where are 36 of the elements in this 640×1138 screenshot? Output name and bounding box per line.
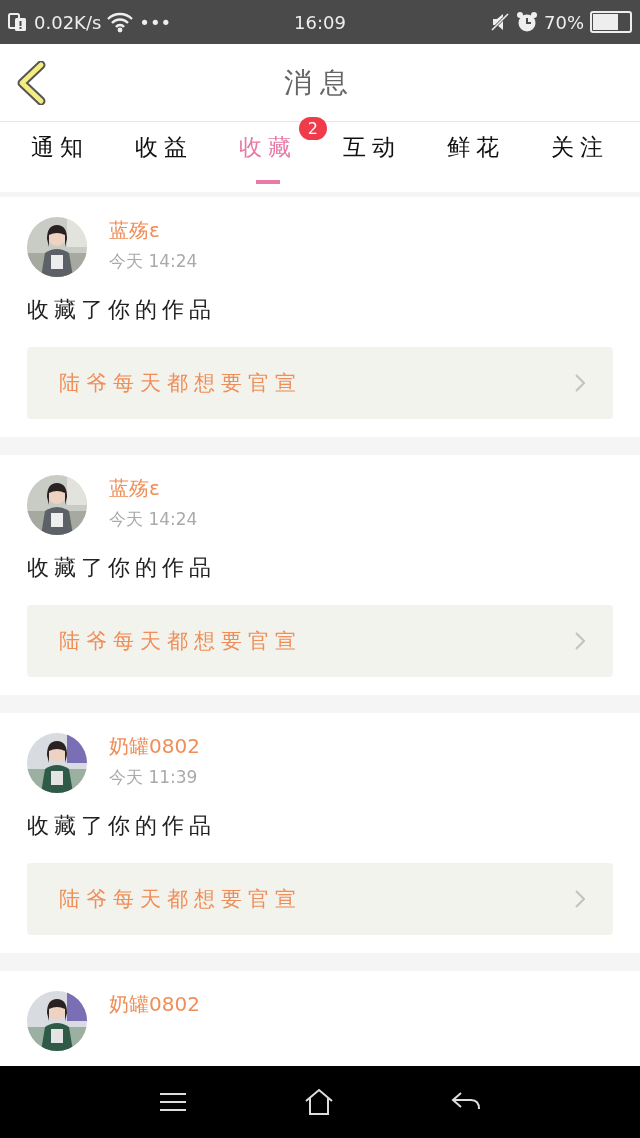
back-icon[interactable] [16, 61, 46, 105]
work-link[interactable]: 陆爷每天都想要官宣 [27, 347, 613, 419]
menu-icon[interactable] [158, 1092, 187, 1112]
chevron-icon [575, 374, 585, 392]
battery-icon [590, 11, 632, 33]
work-link[interactable]: 陆爷每天都想要官宣 [27, 863, 613, 935]
count-badge: 2 [298, 117, 327, 140]
timestamp: 今天 11:39 [109, 766, 199, 789]
tab[interactable]: 鲜花 [447, 122, 505, 184]
chevron-icon [575, 632, 585, 650]
network-speed: 0.02K/s [34, 11, 102, 33]
chevron-icon [575, 890, 585, 908]
battery-percent: 70% [544, 11, 584, 33]
user-name[interactable]: 奶罐0802 [109, 991, 200, 1018]
work-link[interactable]: 陆爷每天都想要官宣 [27, 605, 613, 677]
timestamp: 今天 14:24 [109, 508, 198, 531]
user-name[interactable]: 奶罐0802 [109, 733, 200, 760]
timestamp: 今天 14:24 [109, 250, 198, 273]
more-dots: ••• [139, 11, 172, 33]
wifi-icon [107, 11, 134, 33]
message-text: 收藏了你的作品 [27, 296, 217, 324]
home-icon[interactable] [304, 1088, 334, 1116]
tab[interactable]: 通知 [31, 122, 89, 184]
clock: 16:09 [294, 11, 346, 33]
mute-icon [490, 12, 510, 32]
page-title: 消息 [284, 64, 356, 101]
tab[interactable]: 关注 [551, 122, 609, 184]
tab[interactable]: 收益 [135, 122, 193, 184]
sim-icon [8, 12, 28, 32]
user-name[interactable]: 蓝殇ε [109, 217, 198, 244]
tab[interactable]: 收藏 [239, 122, 297, 184]
message-text: 收藏了你的作品 [27, 812, 217, 840]
user-name[interactable]: 蓝殇ε [109, 475, 198, 502]
tab[interactable]: 互动 [343, 122, 401, 184]
alarm-icon [516, 11, 538, 33]
message-text: 收藏了你的作品 [27, 554, 217, 582]
